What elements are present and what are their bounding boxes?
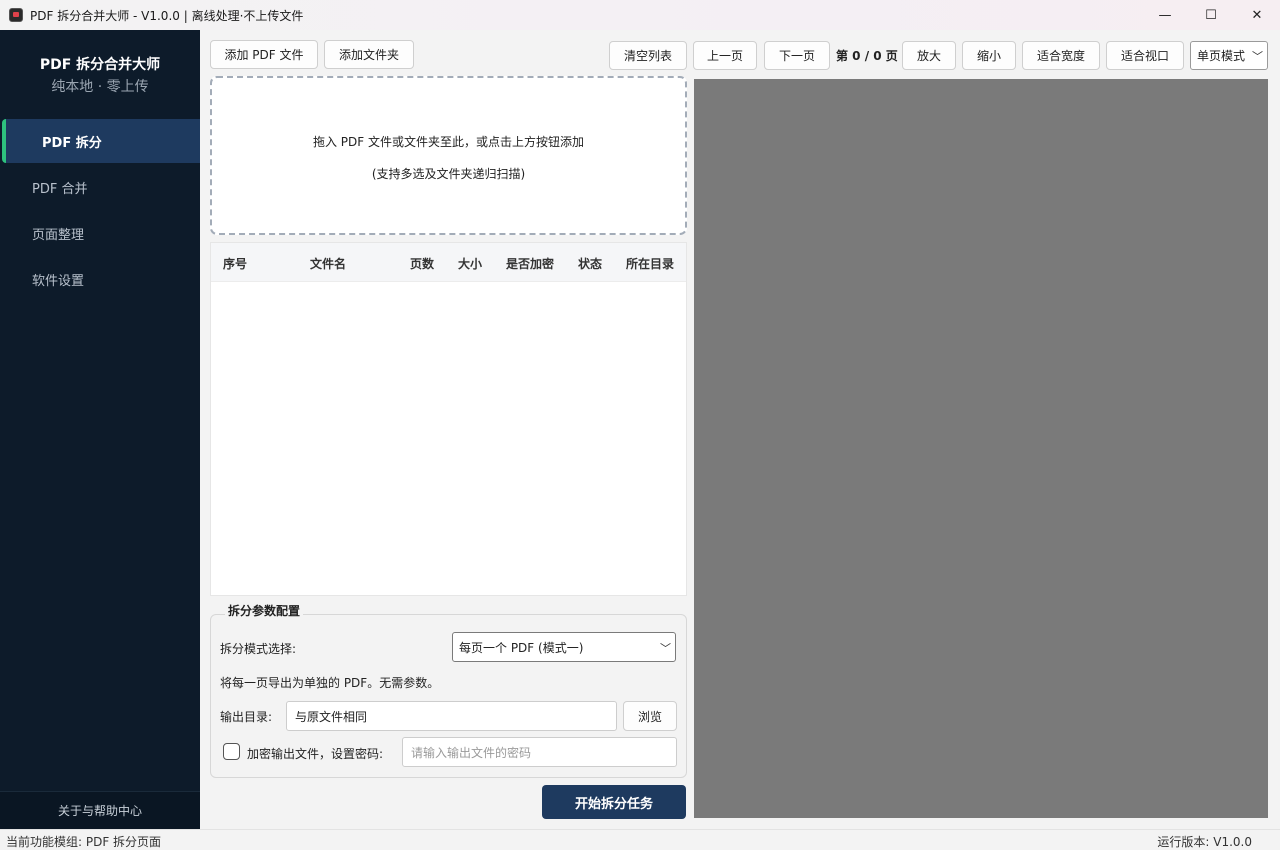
view-mode-select[interactable]: 单页模式 ﹀ xyxy=(1190,41,1268,70)
file-table[interactable]: 序号 文件名 页数 大小 是否加密 状态 所在目录 xyxy=(210,242,687,596)
sidebar-item-pdf-split[interactable]: PDF 拆分 xyxy=(2,119,200,163)
window-title: PDF 拆分合并大师 - V1.0.0 | 离线处理·不上传文件 xyxy=(30,8,304,23)
brand-subtitle: 纯本地 · 零上传 xyxy=(51,79,149,95)
split-mode-description: 将每一页导出为单独的 PDF。无需参数。 xyxy=(220,676,440,690)
drop-zone-subhint: (支持多选及文件夹递归扫描) xyxy=(371,167,526,181)
window-controls: — ☐ ✕ xyxy=(1142,0,1280,30)
drop-zone[interactable]: 拖入 PDF 文件或文件夹至此，或点击上方按钮添加 (支持多选及文件夹递归扫描) xyxy=(210,76,687,235)
split-mode-select[interactable]: 每页一个 PDF (模式一) ﹀ xyxy=(452,632,676,662)
column-header-pages[interactable]: 页数 xyxy=(410,255,434,272)
column-header-filename[interactable]: 文件名 xyxy=(310,255,346,272)
next-page-button[interactable]: 下一页 xyxy=(764,41,830,70)
sidebar-item-page-organize[interactable]: 页面整理 xyxy=(0,211,200,255)
column-header-size[interactable]: 大小 xyxy=(458,255,482,272)
app-icon xyxy=(9,8,23,22)
column-header-encrypted[interactable]: 是否加密 xyxy=(506,255,554,272)
browse-button[interactable]: 浏览 xyxy=(623,701,677,731)
status-bar: 当前功能模组: PDF 拆分页面 运行版本: V1.0.0 xyxy=(0,829,1280,850)
page-indicator: 第 0 / 0 页 xyxy=(836,49,898,63)
fit-view-button[interactable]: 适合视口 xyxy=(1106,41,1184,70)
chevron-down-icon: ﹀ xyxy=(1252,50,1263,63)
split-mode-label: 拆分模式选择: xyxy=(220,642,297,656)
chevron-down-icon: ﹀ xyxy=(660,642,671,655)
brand: PDF 拆分合并大师 纯本地 · 零上传 xyxy=(0,30,200,119)
add-pdf-button[interactable]: 添加 PDF 文件 xyxy=(210,40,318,69)
maximize-icon[interactable]: ☐ xyxy=(1188,0,1234,30)
column-header-directory[interactable]: 所在目录 xyxy=(626,255,674,272)
table-header: 序号 文件名 页数 大小 是否加密 状态 所在目录 xyxy=(211,243,686,282)
brand-title: PDF 拆分合并大师 xyxy=(39,57,161,73)
drop-zone-hint: 拖入 PDF 文件或文件夹至此，或点击上方按钮添加 xyxy=(312,135,584,149)
prev-page-button[interactable]: 上一页 xyxy=(693,41,757,70)
zoom-in-button[interactable]: 放大 xyxy=(902,41,956,70)
sidebar-item-pdf-merge[interactable]: PDF 合并 xyxy=(0,165,200,209)
status-version: 运行版本: V1.0.0 xyxy=(1157,835,1252,849)
encrypt-label: 加密输出文件，设置密码: xyxy=(247,747,384,761)
split-mode-value: 每页一个 PDF (模式一) xyxy=(459,640,584,655)
start-split-button[interactable]: 开始拆分任务 xyxy=(542,785,686,819)
pdf-preview-area[interactable] xyxy=(694,79,1268,818)
add-folder-button[interactable]: 添加文件夹 xyxy=(324,40,414,69)
status-module: 当前功能模组: PDF 拆分页面 xyxy=(6,835,162,849)
close-icon[interactable]: ✕ xyxy=(1234,0,1280,30)
zoom-out-button[interactable]: 缩小 xyxy=(962,41,1016,70)
output-dir-label: 输出目录: xyxy=(220,710,273,724)
encrypt-checkbox[interactable] xyxy=(223,743,240,760)
column-header-index[interactable]: 序号 xyxy=(223,255,247,272)
sidebar: PDF 拆分合并大师 纯本地 · 零上传 PDF 拆分 PDF 合并 页面整理 … xyxy=(0,30,200,829)
sidebar-item-settings[interactable]: 软件设置 xyxy=(0,257,200,301)
password-input[interactable]: 请输入输出文件的密码 xyxy=(402,737,677,767)
column-header-status[interactable]: 状态 xyxy=(578,255,602,272)
view-mode-value: 单页模式 xyxy=(1197,49,1246,63)
title-bar: PDF 拆分合并大师 - V1.0.0 | 离线处理·不上传文件 — ☐ ✕ xyxy=(0,0,1280,30)
help-center-button[interactable]: 关于与帮助中心 xyxy=(0,791,200,829)
clear-list-button[interactable]: 清空列表 xyxy=(609,41,687,70)
fit-width-button[interactable]: 适合宽度 xyxy=(1022,41,1100,70)
output-dir-input[interactable]: 与原文件相同 xyxy=(286,701,617,731)
minimize-icon[interactable]: — xyxy=(1142,0,1188,30)
split-config-title: 拆分参数配置 xyxy=(225,602,304,619)
